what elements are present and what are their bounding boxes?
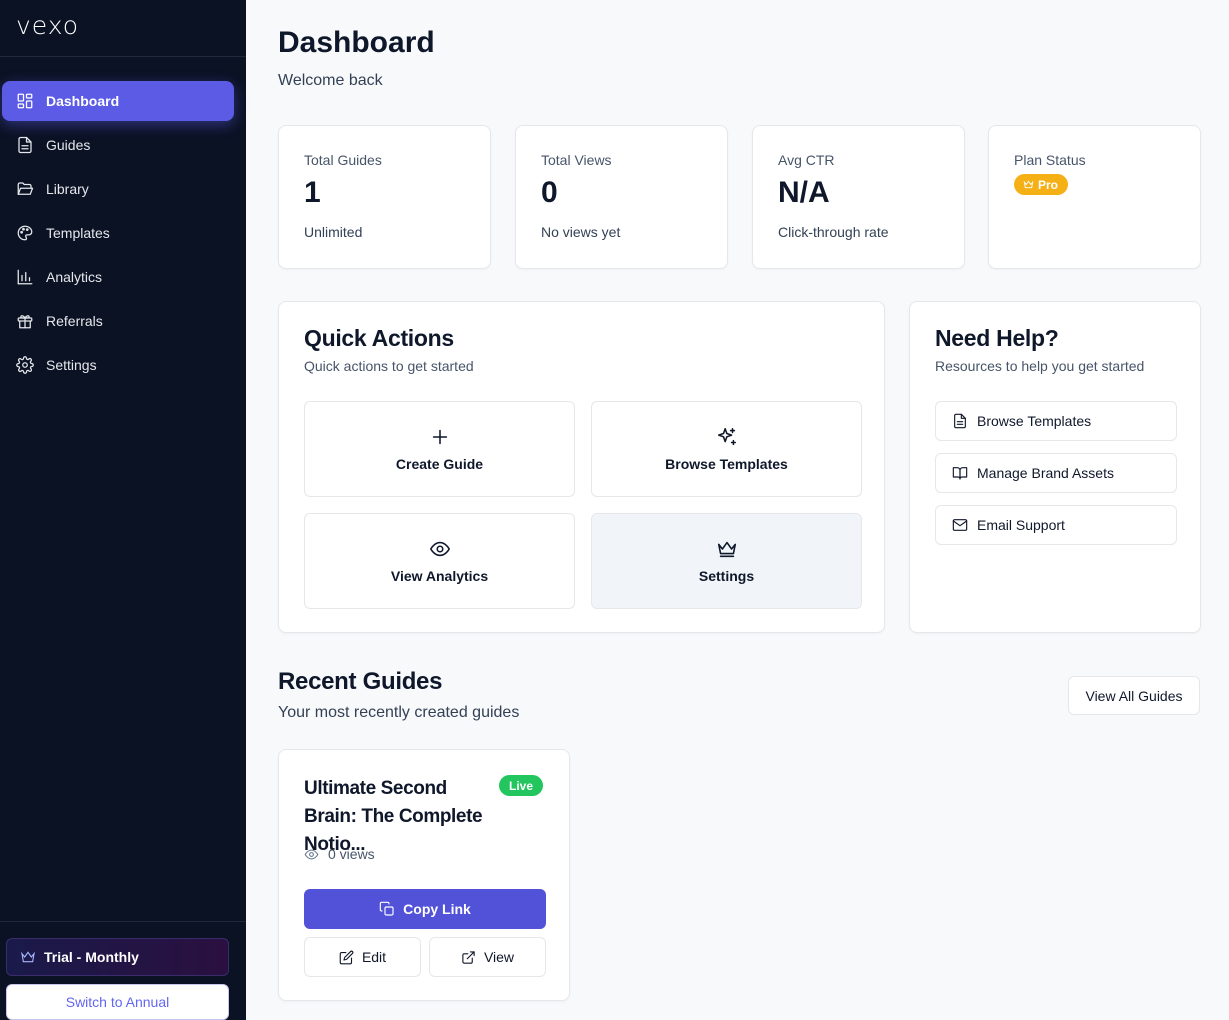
- sidebar-item-label: Referrals: [46, 313, 103, 329]
- sidebar-item-label: Dashboard: [46, 93, 120, 109]
- stat-value: 1: [304, 176, 321, 209]
- edit-icon: [339, 950, 354, 964]
- eye-icon: [304, 849, 319, 859]
- tile-label: Settings: [698, 568, 755, 584]
- sidebar-item-analytics[interactable]: Analytics: [2, 257, 234, 297]
- stat-card-avg-ctr: Avg CTR N/A Click-through rate: [752, 125, 965, 269]
- manage-brand-assets-button[interactable]: Manage Brand Assets: [935, 453, 1177, 493]
- view-all-guides-button[interactable]: View All Guides: [1068, 676, 1200, 715]
- plus-icon: [432, 429, 447, 445]
- crown-icon: [717, 541, 736, 558]
- external-link-icon: [462, 950, 475, 964]
- logo[interactable]: vexo: [16, 10, 79, 40]
- layout-grid-icon: [15, 91, 35, 111]
- stat-card-total-guides: Total Guides 1 Unlimited: [278, 125, 491, 269]
- sidebar-item-settings[interactable]: Settings: [2, 345, 234, 385]
- help-panel: Need Help? Resources to help you get sta…: [909, 301, 1201, 633]
- palette-icon: [15, 223, 35, 243]
- email-support-button[interactable]: Email Support: [935, 505, 1177, 545]
- sidebar-item-label: Analytics: [46, 269, 103, 285]
- sidebar-item-referrals[interactable]: Referrals: [2, 301, 234, 341]
- tile-label: View Analytics: [390, 568, 489, 584]
- guide-views: 0 views: [304, 846, 375, 862]
- panel-title: Quick Actions: [304, 325, 454, 351]
- book-open-icon: [952, 467, 968, 480]
- stat-value: N/A: [778, 176, 830, 209]
- sparkles-icon: [717, 427, 736, 446]
- gift-icon: [15, 311, 35, 331]
- view-button[interactable]: View: [429, 937, 546, 977]
- stat-card-plan-status: Plan Status Pro: [988, 125, 1201, 269]
- gear-icon: [15, 355, 35, 375]
- quick-actions-panel: Quick Actions Quick actions to get start…: [278, 301, 885, 633]
- tile-label: Browse Templates: [665, 456, 788, 472]
- panel-title: Need Help?: [935, 325, 1059, 351]
- stat-label: Plan Status: [1014, 152, 1086, 168]
- help-link-label: Email Support: [977, 517, 1065, 533]
- page-subtitle: Welcome back: [278, 72, 383, 89]
- sidebar-item-dashboard[interactable]: Dashboard: [2, 81, 234, 121]
- panel-subtitle: Resources to help you get started: [935, 358, 1145, 374]
- help-link-label: Manage Brand Assets: [977, 465, 1114, 481]
- tile-label: Create Guide: [395, 456, 484, 472]
- pro-badge: Pro: [1014, 174, 1069, 195]
- sidebar-item-label: Guides: [46, 137, 91, 153]
- status-badge: Live: [499, 775, 544, 796]
- crown-icon: [21, 951, 35, 963]
- logo-text: vexo: [16, 10, 80, 40]
- switch-to-annual-button[interactable]: Switch to Annual: [6, 984, 229, 1020]
- copy-icon: [379, 901, 394, 916]
- folder-open-icon: [15, 179, 35, 199]
- document-icon: [954, 413, 966, 429]
- sidebar-item-label: Templates: [46, 225, 110, 241]
- stat-value: 0: [541, 176, 558, 209]
- page-title: Dashboard: [278, 26, 435, 59]
- stat-card-total-views: Total Views 0 No views yet: [515, 125, 728, 269]
- mail-icon: [952, 519, 968, 531]
- stat-label: Total Guides: [304, 152, 382, 168]
- section-subtitle: Your most recently created guides: [278, 704, 520, 721]
- copy-link-button[interactable]: Copy Link: [304, 889, 546, 929]
- bar-chart-icon: [15, 267, 35, 287]
- section-title: Recent Guides: [278, 668, 443, 695]
- divider: [0, 56, 246, 57]
- sidebar-item-label: Library: [46, 181, 89, 197]
- edit-label: Edit: [361, 949, 387, 965]
- help-link-label: Browse Templates: [977, 413, 1092, 429]
- eye-icon: [429, 541, 450, 557]
- stat-sub: Unlimited: [304, 224, 363, 240]
- help-browse-templates-button[interactable]: Browse Templates: [935, 401, 1177, 441]
- divider: [0, 921, 246, 922]
- sidebar: vexo Dashboard Guides Library Templates: [0, 0, 246, 1020]
- crown-icon: [1023, 180, 1034, 189]
- view-analytics-button[interactable]: View Analytics: [304, 513, 575, 609]
- document-icon: [15, 135, 35, 155]
- plan-label: Trial - Monthly: [44, 949, 139, 965]
- stat-label: Total Views: [541, 152, 612, 168]
- stat-sub: Click-through rate: [778, 224, 889, 240]
- view-label: View: [483, 949, 515, 965]
- sidebar-item-templates[interactable]: Templates: [2, 213, 234, 253]
- create-guide-button[interactable]: Create Guide: [304, 401, 575, 497]
- plan-indicator[interactable]: Trial - Monthly: [6, 938, 229, 976]
- stat-sub: No views yet: [541, 224, 621, 240]
- browse-templates-button[interactable]: Browse Templates: [591, 401, 862, 497]
- sidebar-item-guides[interactable]: Guides: [2, 125, 234, 165]
- settings-button[interactable]: Settings: [591, 513, 862, 609]
- views-count: 0 views: [328, 846, 375, 862]
- guide-card: Ultimate Second Brain: The Complete Noti…: [278, 749, 570, 1001]
- copy-link-label: Copy Link: [403, 901, 471, 917]
- edit-button[interactable]: Edit: [304, 937, 421, 977]
- pro-badge-label: Pro: [1038, 177, 1059, 192]
- sidebar-item-label: Settings: [46, 357, 97, 373]
- panel-subtitle: Quick actions to get started: [304, 358, 474, 374]
- stat-label: Avg CTR: [778, 152, 835, 168]
- sidebar-item-library[interactable]: Library: [2, 169, 234, 209]
- sidebar-nav: Dashboard Guides Library Templates Analy…: [2, 81, 234, 389]
